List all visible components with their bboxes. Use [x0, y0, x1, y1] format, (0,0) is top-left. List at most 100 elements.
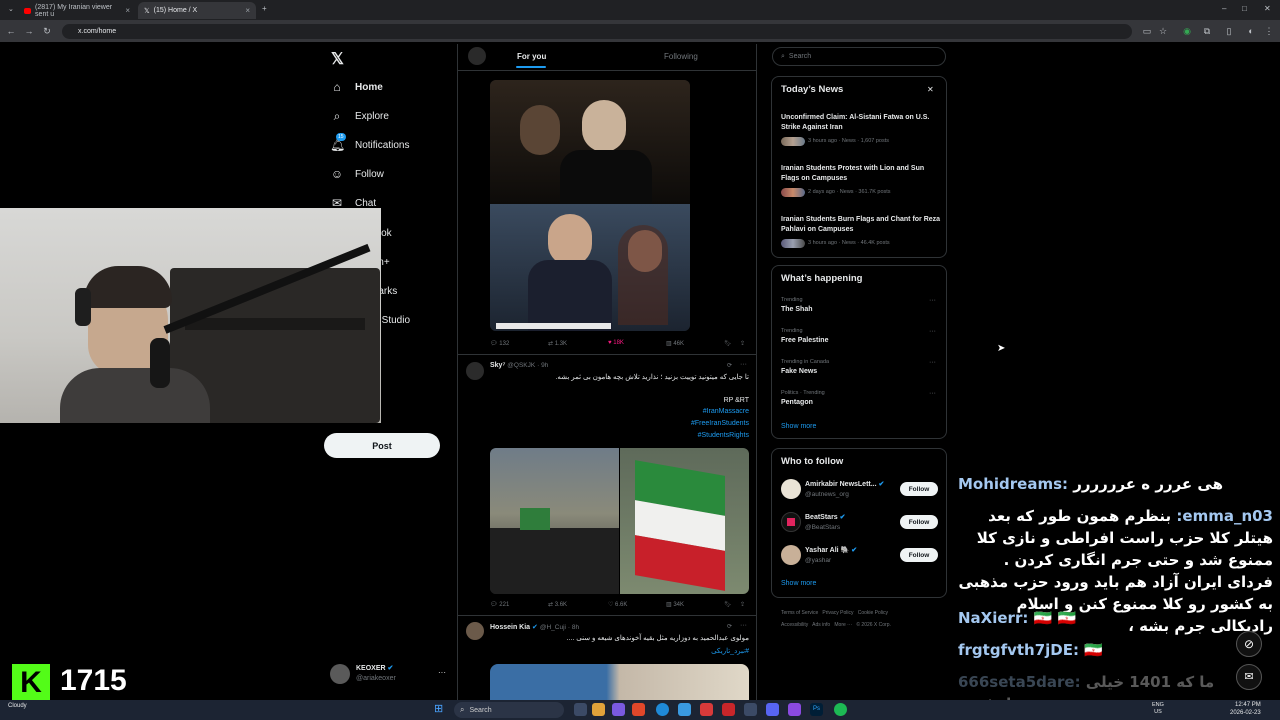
hashtag[interactable]: #نبرد_تاریکی [490, 647, 749, 655]
reply-button[interactable]: 💬︎ 132 [490, 340, 509, 347]
back-icon[interactable]: ← [4, 24, 18, 38]
news-item-title[interactable]: Iranian Students Protest with Lion and S… [781, 164, 941, 184]
minimize-button[interactable]: – [1222, 4, 1226, 13]
tweet-photo-flag[interactable] [620, 448, 749, 594]
trend-more-icon[interactable]: ··· [929, 328, 936, 335]
tweet-photo-protest[interactable] [490, 448, 619, 594]
trend-more-icon[interactable]: ··· [929, 297, 936, 304]
spotify-icon[interactable] [834, 703, 847, 716]
sidebar-item-explore[interactable]: ⌕ Explore [330, 105, 389, 127]
footer-link[interactable]: Terms of Service [781, 610, 818, 616]
tab-for-you[interactable]: For you [517, 52, 546, 61]
reply-button[interactable]: 💬︎ 221 [490, 601, 509, 608]
puzzle-icon[interactable]: ⧉ [1200, 24, 1214, 38]
tweet-more-icon[interactable]: ··· [740, 622, 747, 629]
weather-label[interactable]: Cloudy [8, 703, 27, 709]
photoshop-icon[interactable]: Ps [810, 703, 823, 716]
trend-name[interactable]: Free Palestine [781, 337, 828, 344]
trend-more-icon[interactable]: ··· [929, 359, 936, 366]
repost-button[interactable]: ⇄ 3.6K [548, 601, 567, 608]
profile-icon[interactable]: ◐ [1244, 24, 1258, 38]
menu-icon[interactable]: ⋮ [1262, 24, 1276, 38]
tweet-handle[interactable]: @H_Cuji [540, 624, 566, 631]
new-tab-button[interactable]: + [262, 4, 267, 13]
follow-button[interactable]: Follow [900, 482, 938, 496]
post-button[interactable]: Post [324, 433, 440, 458]
tweet-time[interactable]: · 9h [537, 362, 548, 369]
tweet-photo[interactable] [490, 80, 690, 331]
trend-name[interactable]: The Shah [781, 306, 813, 313]
avatar[interactable] [781, 479, 801, 499]
footer-link[interactable]: Privacy Policy [822, 610, 853, 616]
sidebar-item-notifications[interactable]: 🔔︎ 15 Notifications [330, 133, 409, 156]
footer-link[interactable]: More ··· [834, 622, 852, 628]
follow-button[interactable]: Follow [900, 548, 938, 562]
close-tab-icon[interactable]: × [245, 6, 250, 15]
show-more-link[interactable]: Show more [781, 423, 816, 430]
news-item-title[interactable]: Iranian Students Burn Flags and Chant fo… [781, 215, 941, 235]
hashtag[interactable]: #StudentsRights [490, 432, 749, 439]
views-button[interactable]: ▥ 46K [666, 340, 684, 347]
sidebar-item-follow[interactable]: ☺ Follow [330, 163, 384, 185]
tab-list-icon[interactable]: ⌄ [8, 5, 14, 13]
grok-icon[interactable]: ⟳ [727, 362, 732, 369]
share-icon[interactable]: ⇪ [740, 340, 745, 347]
repost-button[interactable]: ⇄ 1.3K [548, 340, 567, 347]
tweet-photo[interactable] [490, 664, 749, 700]
x-logo[interactable]: 𝕏 [331, 49, 344, 69]
close-tab-icon[interactable]: × [125, 6, 130, 15]
like-button[interactable]: ♡ 6.6K [608, 601, 627, 608]
news-item-title[interactable]: Unconfirmed Claim: Al-Sistani Fatwa on U… [781, 113, 941, 133]
bookmark-icon[interactable]: 🔖︎ [724, 340, 732, 347]
grok-icon[interactable]: ⟳ [727, 623, 732, 630]
avatar[interactable] [781, 545, 801, 565]
tab-following[interactable]: Following [664, 52, 698, 61]
account-name[interactable]: Yashar Ali 🐘 ✔ [805, 546, 857, 554]
hashtag[interactable]: #FreeIranStudents [490, 420, 749, 427]
tweet-author[interactable]: Hossein Kia [490, 624, 530, 631]
maximize-button[interactable]: □ [1242, 4, 1247, 13]
tweet-handle[interactable]: @QSKJK [507, 362, 535, 369]
tweet-avatar[interactable] [466, 622, 484, 640]
tweet-more-icon[interactable]: ··· [740, 361, 747, 368]
sidebar-icon[interactable]: ▯ [1222, 24, 1236, 38]
app-icon[interactable] [788, 703, 801, 716]
app-icon[interactable] [744, 703, 757, 716]
views-button[interactable]: ▥ 34K [666, 601, 684, 608]
show-more-link[interactable]: Show more [781, 580, 816, 587]
account-more-icon[interactable]: ··· [438, 668, 446, 677]
windows-start-icon[interactable]: ⊞ [434, 703, 447, 716]
bookmark-star-icon[interactable]: ☆ [1156, 24, 1170, 38]
close-icon[interactable]: ✕ [927, 85, 934, 94]
bookmark-icon[interactable]: 🔖︎ [724, 601, 732, 608]
account-name[interactable]: BeatStars ✔ [805, 513, 846, 521]
browser-tab-youtube[interactable]: (2817) My Iranian viewer sent u × [18, 2, 136, 19]
mail-icon[interactable]: ✉ [1236, 664, 1262, 690]
share-icon[interactable]: ⇪ [740, 601, 745, 608]
forward-icon[interactable]: → [22, 24, 36, 38]
address-bar[interactable]: x.com/home [62, 24, 1132, 39]
close-window-button[interactable]: ✕ [1264, 4, 1271, 13]
task-view-icon[interactable] [574, 703, 587, 716]
trend-name[interactable]: Fake News [781, 368, 817, 375]
extension-icon[interactable]: ◉ [1180, 24, 1194, 38]
trend-name[interactable]: Pentagon [781, 399, 813, 406]
tweet-time[interactable]: · 8h [568, 624, 579, 631]
tweet-avatar[interactable] [466, 362, 484, 380]
follow-button[interactable]: Follow [900, 515, 938, 529]
account-name[interactable]: Amirkabir NewsLett... ✔ [805, 480, 884, 488]
clock[interactable]: 12:47 PM 2026-02-23 [1230, 701, 1261, 717]
language-indicator[interactable]: ENG US [1152, 702, 1164, 716]
taskbar-search[interactable]: ⌕ Search [454, 702, 564, 718]
discord-icon[interactable] [766, 703, 779, 716]
edge-icon[interactable] [656, 703, 669, 716]
reload-icon[interactable]: ↻ [40, 24, 54, 38]
hashtag[interactable]: #IranMassacre [490, 408, 749, 415]
app-icon[interactable] [612, 703, 625, 716]
tweet-author[interactable]: Sky⁷ [490, 362, 505, 369]
browser-tab-x-home[interactable]: 𝕏 (15) Home / X × [138, 2, 256, 19]
app-icon[interactable] [632, 703, 645, 716]
youtube-icon[interactable] [700, 703, 713, 716]
chat-action-icon[interactable]: ⊘ [1236, 631, 1262, 657]
search-box[interactable]: ⌕ Search [772, 47, 946, 66]
